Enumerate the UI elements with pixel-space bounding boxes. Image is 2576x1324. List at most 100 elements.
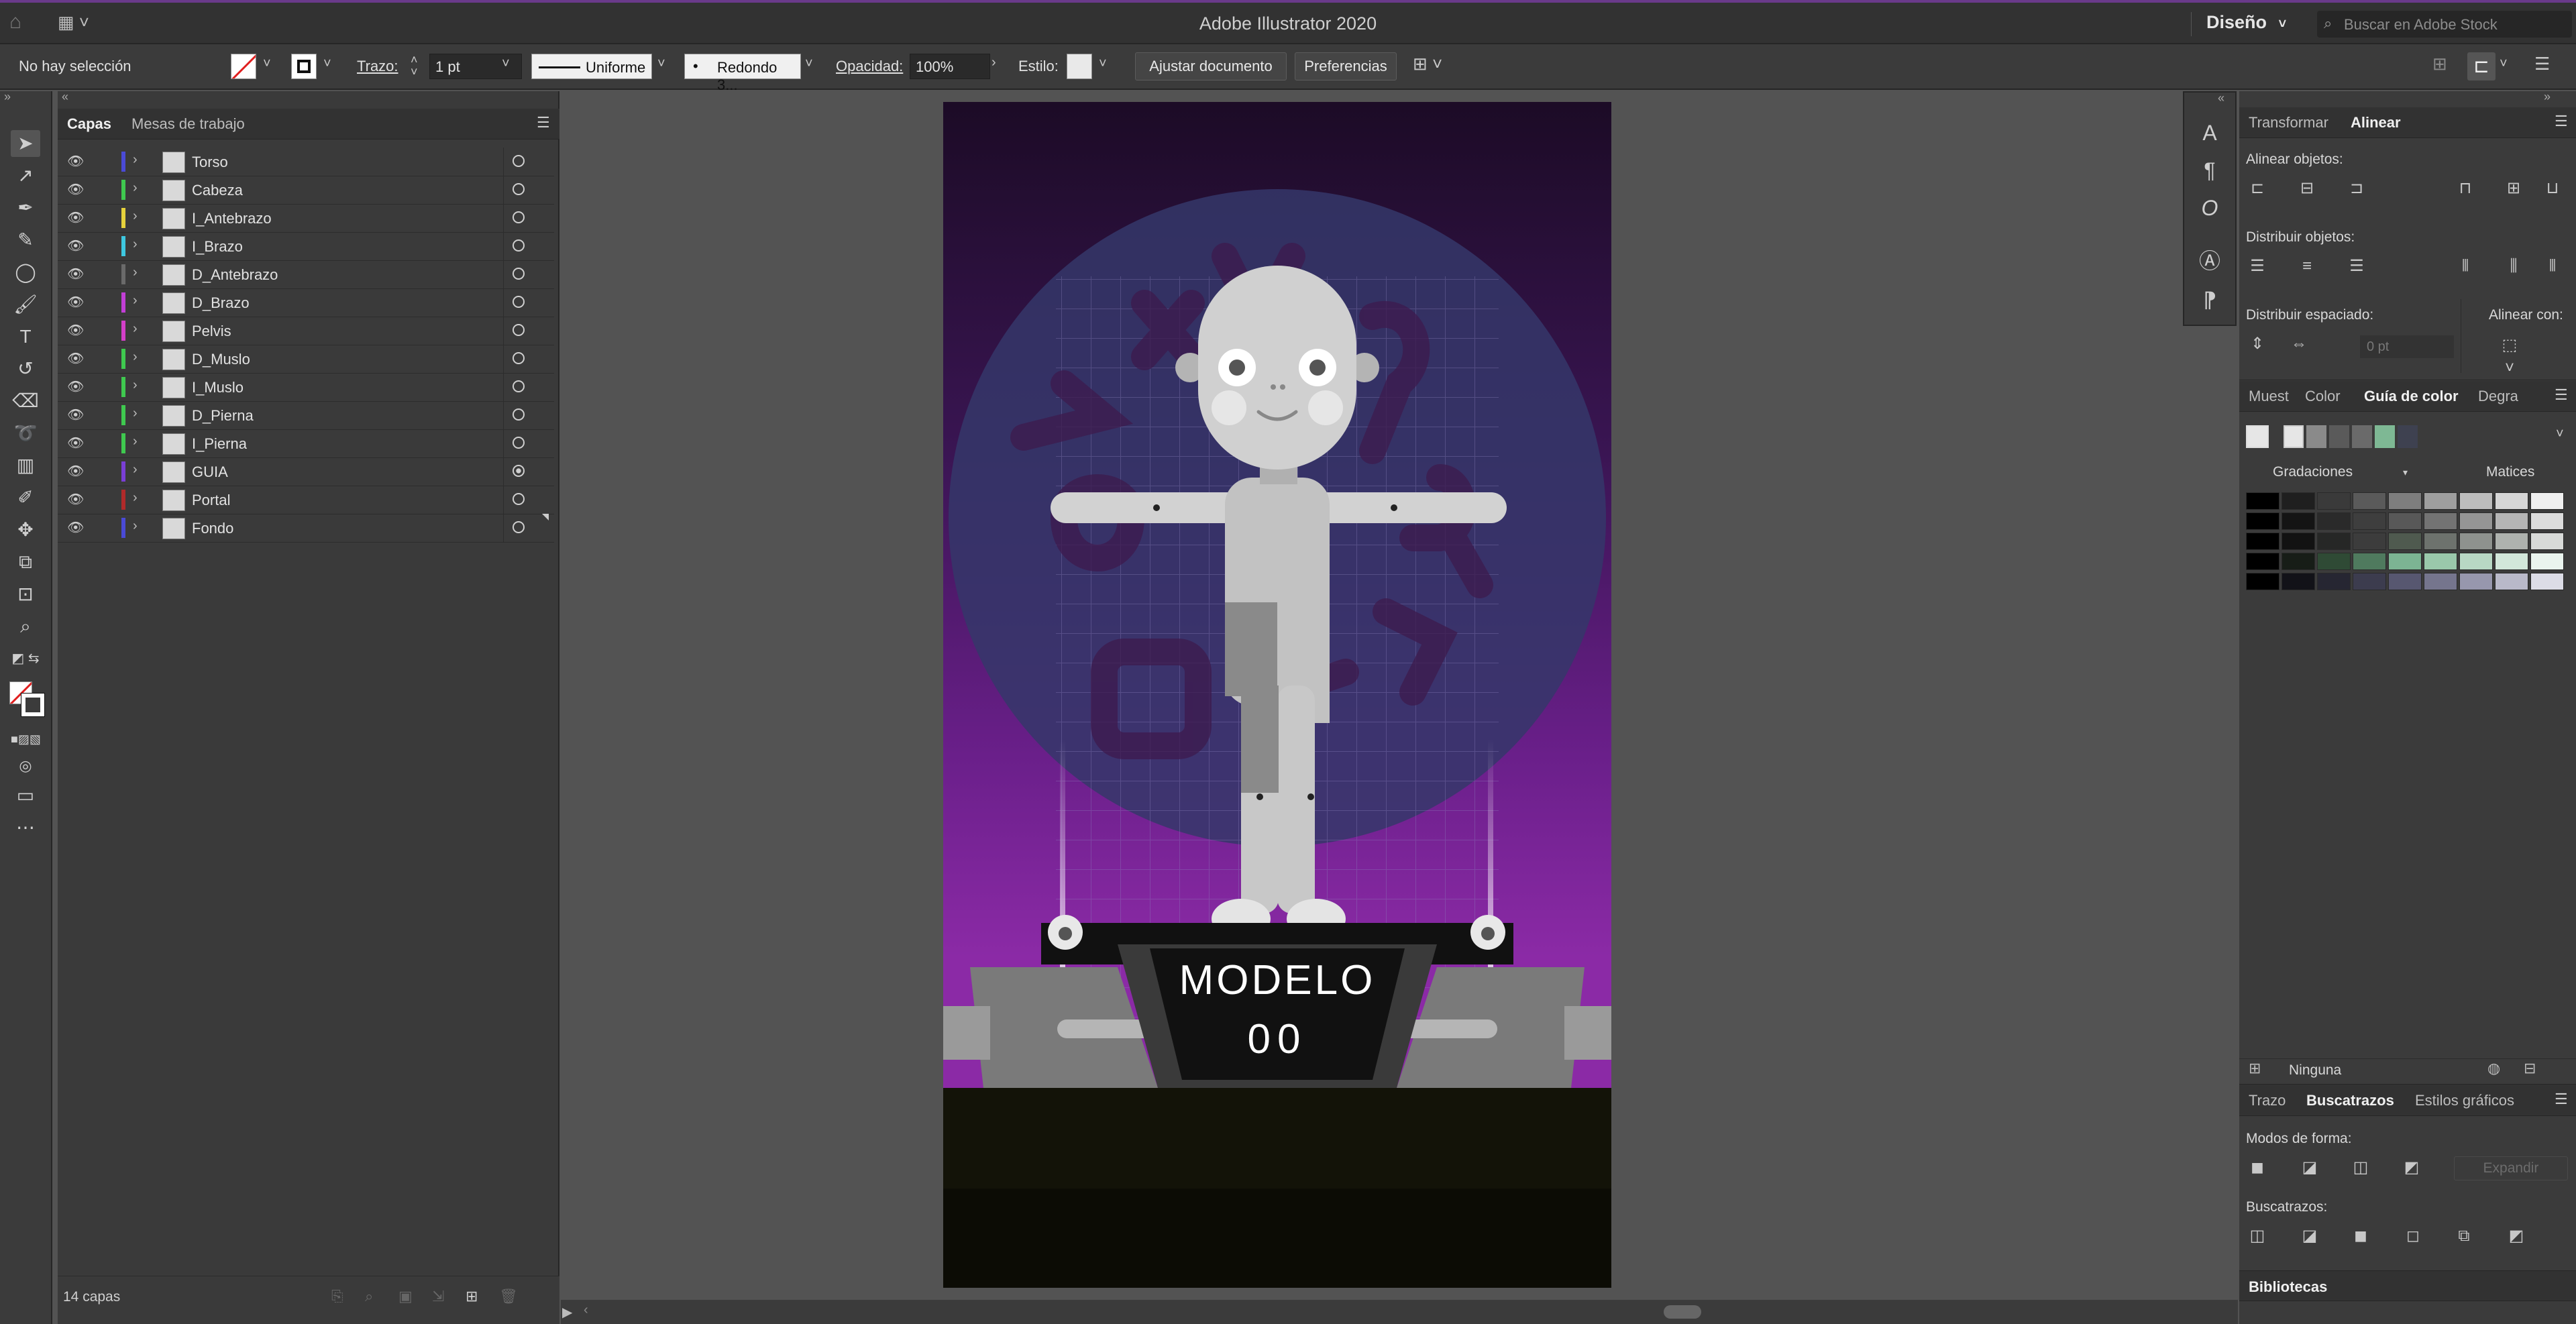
visibility-eye-icon[interactable]: 👁: [67, 237, 84, 254]
expand-layer-icon[interactable]: ›: [133, 293, 138, 309]
visibility-eye-icon[interactable]: 👁: [67, 294, 84, 311]
variation-swatch[interactable]: [2353, 573, 2386, 590]
zoom-tool-icon[interactable]: ⌕: [11, 613, 40, 640]
variation-swatch[interactable]: [2459, 573, 2493, 590]
expand-layer-icon[interactable]: ›: [133, 462, 138, 478]
shape-builder-tool-icon[interactable]: ⧉: [11, 549, 40, 575]
new-sublayer-icon[interactable]: ⇲: [432, 1288, 444, 1305]
layer-target-icon[interactable]: [513, 296, 525, 308]
guide-swatch[interactable]: [2398, 425, 2418, 448]
layer-name[interactable]: Torso: [192, 154, 228, 171]
layer-name[interactable]: I_Brazo: [192, 238, 243, 256]
style-dropdown-icon[interactable]: ˅: [1099, 56, 1107, 72]
tab-align[interactable]: Alinear: [2351, 114, 2401, 131]
tab-graphic-styles[interactable]: Estilos gráficos: [2415, 1092, 2514, 1109]
eyedropper-tool-icon[interactable]: ✐: [11, 484, 40, 511]
locate-object-icon[interactable]: ⌕: [365, 1288, 373, 1305]
variation-swatch[interactable]: [2388, 553, 2422, 570]
layer-target-icon[interactable]: [513, 408, 525, 421]
visibility-eye-icon[interactable]: 👁: [67, 491, 84, 508]
visibility-eye-icon[interactable]: 👁: [67, 350, 84, 367]
tab-artboards[interactable]: Mesas de trabajo: [131, 115, 245, 133]
align-right-icon[interactable]: ⊐: [2345, 177, 2368, 200]
brush-select[interactable]: • Redondo 3...: [684, 54, 801, 93]
workspace-dropdown[interactable]: Diseño ˅: [2191, 12, 2286, 36]
stock-search-input[interactable]: ⌕ Buscar en Adobe Stock: [2317, 11, 2572, 38]
visibility-eye-icon[interactable]: 👁: [67, 463, 84, 480]
layer-row[interactable]: 👁 › D_Brazo: [58, 288, 554, 317]
variation-swatch[interactable]: [2353, 553, 2386, 570]
layer-target-icon[interactable]: [513, 324, 525, 336]
variation-swatch[interactable]: [2317, 573, 2351, 590]
visibility-eye-icon[interactable]: 👁: [67, 406, 84, 423]
color-mode-icon[interactable]: ■▨▧: [11, 726, 41, 753]
visibility-eye-icon[interactable]: 👁: [67, 519, 84, 536]
expand-layer-icon[interactable]: ›: [133, 265, 138, 280]
selection-tool-icon[interactable]: ➤: [11, 130, 40, 157]
visibility-eye-icon[interactable]: 👁: [67, 209, 84, 226]
gradient-tool-icon[interactable]: ▥: [11, 452, 40, 479]
visibility-eye-icon[interactable]: 👁: [67, 435, 84, 451]
minus-front-icon[interactable]: ◪: [2298, 1156, 2321, 1179]
expand-layer-icon[interactable]: ›: [133, 406, 138, 421]
guide-swatch[interactable]: [2284, 425, 2304, 448]
layer-row[interactable]: 👁 › Fondo: [58, 514, 554, 543]
layer-row[interactable]: 👁 › I_Pierna: [58, 429, 554, 458]
layer-name[interactable]: Cabeza: [192, 182, 243, 199]
curvature-tool-icon[interactable]: ✎: [11, 227, 40, 254]
layer-name[interactable]: Portal: [192, 492, 230, 509]
variation-swatch[interactable]: [2282, 553, 2315, 570]
variation-swatch[interactable]: [2353, 492, 2386, 510]
distribute-top-icon[interactable]: ☰: [2246, 255, 2269, 278]
artboard[interactable]: MODELO 00: [943, 102, 1611, 1288]
variation-swatch[interactable]: [2424, 553, 2457, 570]
harmony-dropdown-icon[interactable]: ˅: [2556, 427, 2564, 442]
expand-layer-icon[interactable]: ›: [133, 321, 138, 337]
more-tools-icon[interactable]: ⋯: [11, 814, 40, 841]
guide-swatch[interactable]: [2352, 425, 2372, 448]
spacing-input[interactable]: 0 pt: [2360, 335, 2454, 358]
vertical-spacing-icon[interactable]: ⇕: [2246, 333, 2269, 355]
variation-swatch[interactable]: [2530, 512, 2564, 530]
rotate-tool-icon[interactable]: ↺: [11, 355, 40, 382]
stroke-profile-select[interactable]: Uniforme: [531, 54, 652, 79]
layer-target-icon[interactable]: [513, 465, 525, 477]
expand-layer-icon[interactable]: ›: [133, 209, 138, 224]
stroke-stepper-icon[interactable]: ˄ ˅: [411, 54, 418, 78]
character-panel-icon[interactable]: A: [2196, 121, 2223, 148]
pen-tool-icon[interactable]: ✒: [11, 195, 40, 221]
exclude-icon[interactable]: ◩: [2400, 1156, 2423, 1179]
layer-target-icon[interactable]: [513, 183, 525, 195]
fill-dropdown-icon[interactable]: ˅: [263, 56, 271, 72]
guide-swatch[interactable]: [2329, 425, 2349, 448]
variation-swatch[interactable]: [2530, 533, 2564, 550]
expand-layer-icon[interactable]: ›: [133, 180, 138, 196]
play-icon[interactable]: ▶: [562, 1304, 572, 1321]
draw-mode-icon[interactable]: ◎: [11, 753, 40, 779]
variation-swatch[interactable]: [2246, 533, 2279, 550]
tab-gradient[interactable]: Degra: [2478, 388, 2518, 405]
visibility-eye-icon[interactable]: 👁: [67, 322, 84, 339]
collapse-right-icon[interactable]: »: [2544, 90, 2551, 104]
quick-actions-icon[interactable]: ⊞ ˅: [1413, 54, 1442, 74]
panel-resize-icon[interactable]: [542, 514, 549, 520]
visibility-eye-icon[interactable]: 👁: [67, 153, 84, 170]
panel-menu-icon[interactable]: ☰: [2555, 386, 2568, 404]
expand-layer-icon[interactable]: ›: [133, 152, 138, 168]
expand-layer-icon[interactable]: ›: [133, 490, 138, 506]
distribute-hcenter-icon[interactable]: ⫼: [2502, 255, 2525, 278]
collect-export-icon[interactable]: ⎘: [331, 1288, 343, 1305]
variation-swatch[interactable]: [2530, 573, 2564, 590]
paragraph-styles-icon[interactable]: ⁋: [2196, 287, 2223, 314]
horizontal-scrollbar[interactable]: ▶ ‹: [561, 1300, 2238, 1324]
variation-swatch[interactable]: [2282, 512, 2315, 530]
variation-swatch[interactable]: [2424, 533, 2457, 550]
layer-name[interactable]: GUIA: [192, 463, 228, 481]
align-left-icon[interactable]: ⊏: [2246, 177, 2269, 200]
direct-selection-tool-icon[interactable]: ↗: [11, 162, 40, 189]
layer-name[interactable]: D_Pierna: [192, 407, 254, 425]
visibility-eye-icon[interactable]: 👁: [67, 181, 84, 198]
variation-swatch[interactable]: [2353, 512, 2386, 530]
variation-swatch[interactable]: [2282, 573, 2315, 590]
opacity-expand-icon[interactable]: ›: [991, 55, 996, 70]
